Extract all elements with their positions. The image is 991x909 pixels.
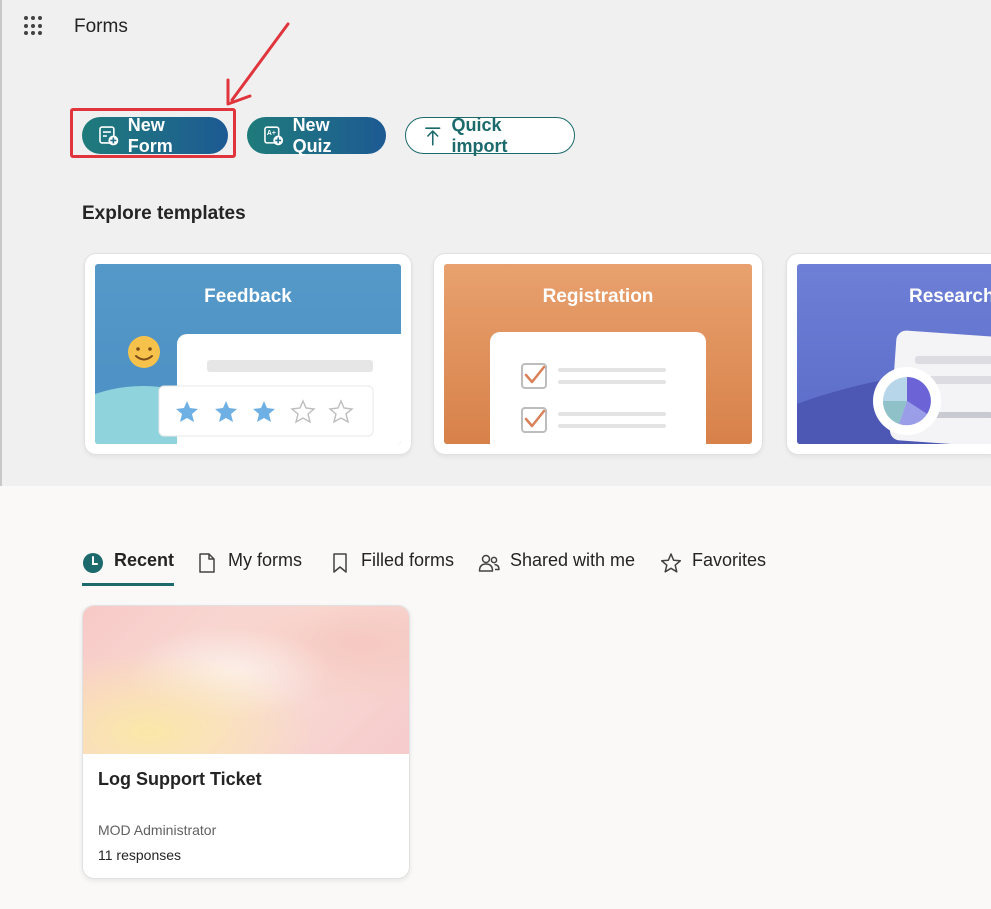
template-card-feedback[interactable]: Feedback <box>84 253 412 455</box>
tab-favorites[interactable]: Favorites <box>660 550 766 586</box>
bookmark-icon <box>333 553 347 573</box>
svg-text:A+: A+ <box>267 130 276 137</box>
tab-label: Recent <box>114 550 175 570</box>
quick-import-label: Quick import <box>451 114 508 156</box>
explore-templates-heading: Explore templates <box>82 203 246 224</box>
new-quiz-icon: A+ <box>264 125 284 145</box>
tab-label: Favorites <box>692 550 767 570</box>
new-form-label: New Form <box>127 114 173 156</box>
new-form-icon <box>99 125 119 145</box>
tab-shared-with-me[interactable]: Shared with me <box>478 550 635 586</box>
annotation-arrow <box>226 22 290 106</box>
form-title: Log Support Ticket <box>98 769 262 789</box>
quick-import-button[interactable]: Quick import <box>405 114 575 156</box>
clock-icon <box>83 553 103 573</box>
form-response-count: 11 responses <box>98 847 182 863</box>
template-card-registration[interactable]: Registration <box>433 253 763 455</box>
new-form-button[interactable]: New Form <box>82 114 228 156</box>
tab-label: Filled forms <box>361 550 455 570</box>
new-quiz-button[interactable]: A+ New Quiz <box>247 114 386 156</box>
form-owner: MOD Administrator <box>98 822 217 838</box>
tab-recent[interactable]: Recent <box>82 550 175 586</box>
star-icon <box>660 553 682 573</box>
new-quiz-label: New Quiz <box>292 114 332 156</box>
upload-icon <box>425 126 441 146</box>
people-icon <box>478 554 500 572</box>
registration-illustration <box>490 332 706 444</box>
tab-my-forms[interactable]: My forms <box>196 550 302 586</box>
form-card-banner <box>83 606 409 754</box>
tab-filled-forms[interactable]: Filled forms <box>329 550 454 586</box>
app-title[interactable]: Forms <box>74 16 128 38</box>
tab-label: Shared with me <box>510 550 636 570</box>
tab-label: My forms <box>228 550 302 570</box>
document-icon <box>199 553 215 573</box>
template-card-research[interactable]: Research <box>786 253 991 455</box>
research-illustration <box>797 330 991 444</box>
feedback-illustration <box>95 334 401 444</box>
form-card[interactable]: Log Support Ticket MOD Administrator 11 … <box>82 605 410 879</box>
app-launcher-icon[interactable] <box>24 16 44 36</box>
